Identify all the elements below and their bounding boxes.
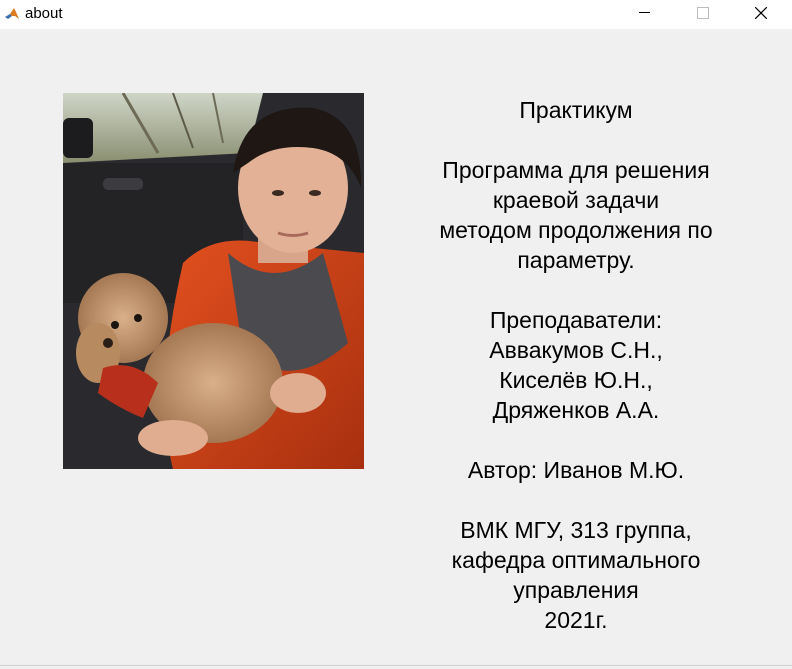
title-bar[interactable]: about	[0, 0, 792, 29]
matlab-icon[interactable]	[4, 6, 20, 22]
author-photo	[63, 93, 364, 469]
info-affiliation: управления	[513, 577, 639, 603]
info-program-line: параметру.	[517, 247, 635, 273]
info-teacher: Аввакумов С.Н.,	[489, 337, 663, 363]
info-author: Автор: Иванов М.Ю.	[467, 457, 685, 483]
info-heading: Практикум	[519, 97, 633, 123]
info-affiliation: кафедра оптимального	[451, 547, 701, 573]
window-bottom-edge	[0, 665, 792, 666]
close-button[interactable]	[738, 0, 784, 29]
window-title: about	[25, 5, 63, 22]
info-year: 2021г.	[544, 607, 608, 633]
maximize-button[interactable]	[680, 0, 726, 29]
info-program-line: краевой задачи	[492, 187, 660, 213]
info-teacher: Дряженков А.А.	[492, 397, 660, 423]
info-teacher: Киселёв Ю.Н.,	[499, 367, 653, 393]
minimize-button[interactable]	[622, 0, 668, 29]
about-window: about Практикум Программа для решения кр…	[0, 0, 792, 669]
info-program-line: Программа для решения	[442, 157, 710, 183]
info-affiliation: ВМК МГУ, 313 группа,	[460, 517, 692, 543]
info-teachers-label: Преподаватели:	[489, 307, 663, 333]
about-info-text: Практикум Программа для решения краевой …	[400, 95, 752, 635]
info-program-line: методом продолжения по	[439, 217, 713, 243]
close-icon	[755, 7, 767, 19]
